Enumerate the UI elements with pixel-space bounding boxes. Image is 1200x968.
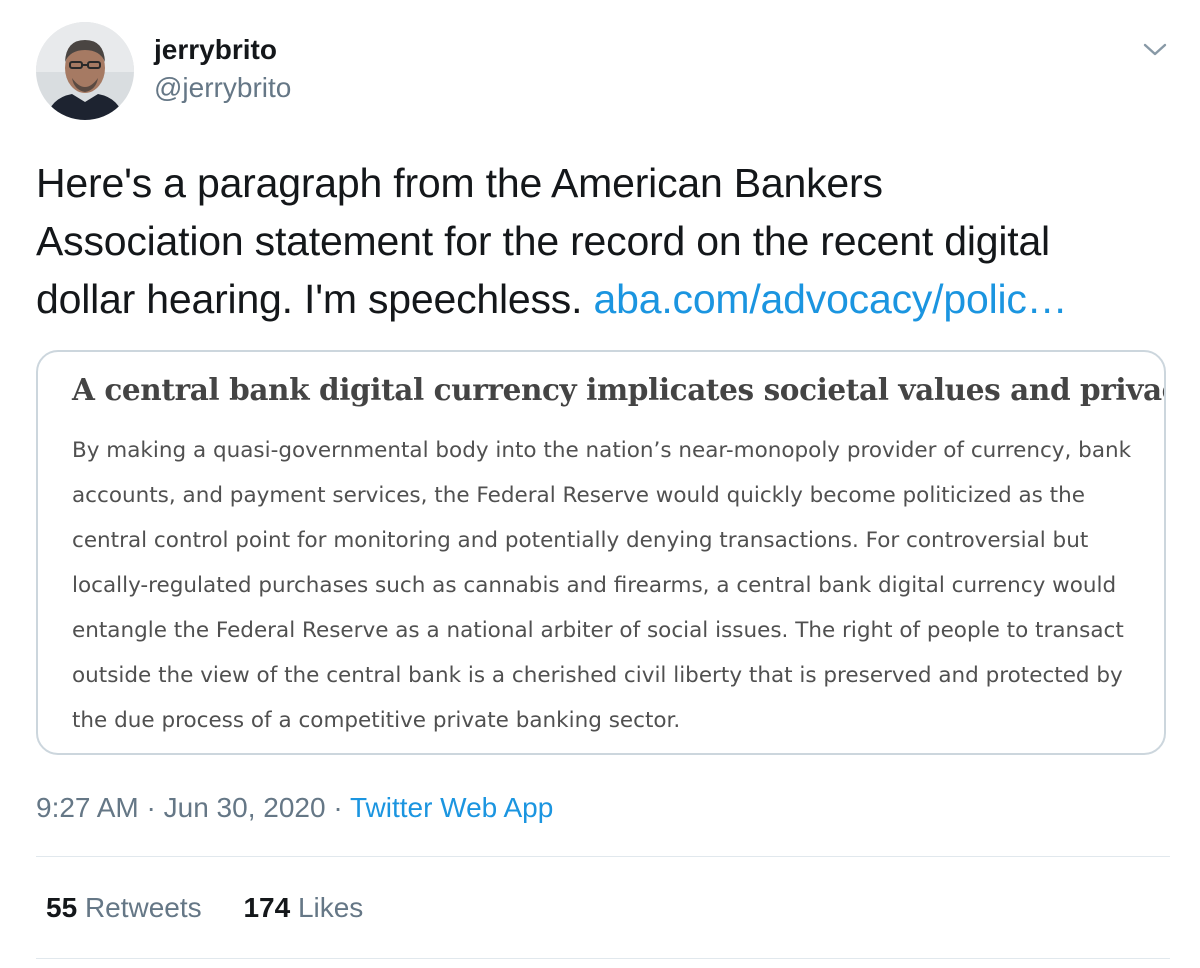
media-body: By making a quasi-governmental body into… <box>72 428 1152 743</box>
user-info[interactable]: jerrybrito @jerrybrito <box>154 32 291 106</box>
avatar[interactable] <box>36 22 134 120</box>
tweet-text-line: Association statement for the record on … <box>36 218 1050 264</box>
divider <box>36 958 1170 959</box>
media-body-line: locally-regulated purchases such as cann… <box>72 573 1117 598</box>
user-handle[interactable]: @jerrybrito <box>154 70 291 106</box>
media-body-line: By making a quasi-governmental body into… <box>72 438 1132 463</box>
tweet-text-fragment: dollar hearing. I'm speechless. <box>36 276 583 322</box>
profile-photo-icon <box>36 22 134 120</box>
tweet-time[interactable]: 9:27 AM <box>36 792 139 823</box>
tweet-stats: 55 Retweets 174 Likes <box>46 890 397 926</box>
divider <box>36 856 1170 857</box>
tweet-link[interactable]: aba.com/advocacy/polic… <box>594 276 1068 322</box>
display-name[interactable]: jerrybrito <box>154 32 291 68</box>
likes-stat[interactable]: 174 Likes <box>243 890 363 926</box>
retweets-stat[interactable]: 55 Retweets <box>46 890 202 926</box>
chevron-down-icon[interactable] <box>1140 34 1170 64</box>
tweet-container: jerrybrito @jerrybrito Here's a paragrap… <box>0 0 1200 968</box>
media-body-line: central control point for monitoring and… <box>72 528 1089 553</box>
tweet-text-line: dollar hearing. I'm speechless. aba.com/… <box>36 270 1176 328</box>
likes-count: 174 <box>243 892 291 923</box>
retweets-label: Retweets <box>84 892 202 923</box>
media-image-card[interactable]: A central bank digital currency implicat… <box>36 350 1166 755</box>
media-body-line: outside the view of the central bank is … <box>72 663 1123 688</box>
tweet-text-line: Here's a paragraph from the American Ban… <box>36 160 883 206</box>
media-heading: A central bank digital currency implicat… <box>72 372 1166 407</box>
meta-separator: · <box>138 792 164 823</box>
meta-separator: · <box>325 792 350 823</box>
tweet-metadata: 9:27 AM · Jun 30, 2020 · Twitter Web App <box>36 790 553 826</box>
media-body-line: accounts, and payment services, the Fede… <box>72 483 1085 508</box>
retweets-count: 55 <box>46 892 78 923</box>
tweet-text: Here's a paragraph from the American Ban… <box>36 154 1176 328</box>
tweet-date[interactable]: Jun 30, 2020 <box>164 792 326 823</box>
tweet-source-link[interactable]: Twitter Web App <box>350 792 553 823</box>
media-body-line: the due process of a competitive private… <box>72 708 681 733</box>
media-body-line: entangle the Federal Reserve as a nation… <box>72 618 1124 643</box>
likes-label: Likes <box>297 892 364 923</box>
